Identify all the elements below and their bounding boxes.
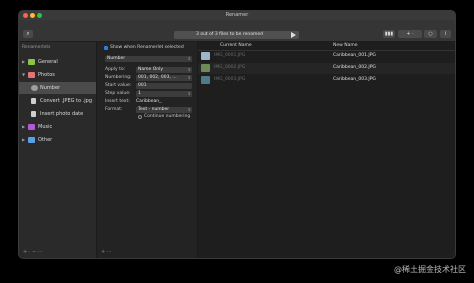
show-when-selected-label: Show when Renamerlet selected (110, 45, 184, 50)
new-name-cell: Caribbean_002.JPG (333, 65, 376, 70)
title-bar: Renamer (19, 11, 455, 20)
sidebar-item-label: Insert photo date (40, 111, 84, 117)
format-label: Format: (105, 107, 123, 112)
sidebar-header: Renamerlets (22, 45, 51, 50)
table-row[interactable]: IMG_0002.JPG Caribbean_002.JPG (198, 63, 455, 74)
show-when-selected-checkbox[interactable] (104, 46, 108, 50)
rename-play-icon[interactable] (291, 32, 296, 38)
stats-button[interactable]: ▮▮▮ (383, 30, 395, 38)
disclosure-closed-icon[interactable]: ▶ (22, 56, 25, 68)
sidebar-item-label: Convert .JPEG to .jpg (40, 98, 92, 104)
photo-thumbnail (201, 52, 210, 60)
disclosure-closed-icon[interactable]: ▶ (22, 134, 25, 146)
select-arrows-icon: ⇕ (187, 107, 191, 112)
window-title: Renamer (225, 12, 249, 18)
numbering-select[interactable]: 001, 002, 003, ... ⇕ (136, 75, 192, 81)
sidebar-item-label: Music (38, 124, 53, 130)
current-name-cell: IMG_0001.JPG (214, 53, 246, 58)
add-files-button[interactable]: + · (398, 30, 422, 38)
sidebar-footer-controls[interactable]: + · − ⋯ (23, 249, 43, 255)
sidebar-item-label: Photos (38, 72, 55, 78)
current-name-header[interactable]: Current Name (220, 43, 252, 48)
status-bar: 3 out of 3 files to be renamed (174, 31, 299, 39)
start-value-label: Start value: (105, 83, 132, 88)
select-arrows-icon: ⇕ (187, 56, 191, 61)
continue-numbering-label: Continue numbering (144, 114, 191, 119)
toolbar: ⌕ 3 out of 3 files to be renamed ▮▮▮ + ·… (19, 20, 455, 42)
sidebar-item-number[interactable]: Number (19, 82, 96, 94)
music-icon (28, 124, 35, 130)
format-select[interactable]: Text - number ⇕ (136, 107, 192, 113)
select-arrows-icon: ⇕ (187, 67, 191, 72)
sidebar-item-photos[interactable]: ▼ Photos (19, 69, 96, 81)
insert-text-input[interactable]: Caribbean_ (136, 99, 161, 105)
numbering-value: 001, 002, 003, ... (138, 75, 177, 80)
preview-button[interactable]: ○ (424, 30, 437, 38)
table-row[interactable]: IMG_0003.JPG Caribbean_003.JPG (198, 75, 455, 86)
apply-to-label: Apply to: (105, 67, 126, 72)
number-icon (31, 85, 38, 91)
format-value: Text - number (138, 107, 170, 112)
sidebar-item-label: General (38, 59, 58, 65)
photo-icon (28, 72, 35, 78)
editor-footer-controls[interactable]: + ··· (101, 249, 112, 255)
sidebar-item-other[interactable]: ▶ Other (19, 134, 96, 146)
document-icon (31, 111, 36, 117)
renamerlet-type-value: Number (107, 56, 126, 61)
new-name-cell: Caribbean_003.JPG (333, 77, 376, 82)
current-name-cell: IMG_0002.JPG (214, 65, 246, 70)
select-arrows-icon: ⇕ (187, 75, 191, 80)
sidebar-item-label: Other (38, 137, 53, 143)
sidebar-toggle-button[interactable]: ⌕ (23, 30, 33, 38)
document-icon (31, 98, 36, 104)
file-list: Current Name New Name IMG_0001.JPG Carib… (198, 42, 455, 258)
status-text: 3 out of 3 files to be renamed (196, 32, 263, 37)
renamerlet-editor: Show when Renamerlet selected Number ⇕ A… (97, 42, 198, 258)
numbering-label: Numbering: (105, 75, 132, 80)
other-icon (28, 137, 35, 143)
cube-icon (28, 59, 35, 65)
watermark-text: @稀土掘金技术社区 (394, 265, 466, 274)
step-value-input[interactable]: 1 ⇕ (136, 91, 192, 97)
renamerlet-type-select[interactable]: Number ⇕ (105, 56, 192, 62)
start-value-input[interactable]: 001 (136, 83, 192, 89)
sidebar: Renamerlets ▶ General ▼ Photos Number Co… (19, 42, 97, 258)
sidebar-item-convert-jpeg[interactable]: Convert .JPEG to .jpg (19, 95, 96, 107)
disclosure-open-icon[interactable]: ▼ (22, 69, 25, 81)
info-button[interactable]: i (440, 30, 451, 38)
sidebar-item-music[interactable]: ▶ Music (19, 121, 96, 133)
apply-to-select[interactable]: Name Only ⇕ (136, 67, 192, 73)
table-row[interactable]: IMG_0001.JPG Caribbean_001.JPG (198, 51, 455, 62)
photo-thumbnail (201, 64, 210, 72)
stepper-icon[interactable]: ⇕ (188, 91, 191, 97)
disclosure-closed-icon[interactable]: ▶ (22, 121, 25, 133)
insert-text-label: Insert text: (105, 99, 130, 104)
sidebar-item-label: Number (40, 85, 61, 91)
sidebar-item-insert-photo-date[interactable]: Insert photo date (19, 108, 96, 120)
step-value-label: Step value: (105, 91, 131, 96)
step-value-text: 1 (138, 91, 141, 96)
apply-to-value: Name Only (138, 67, 164, 72)
sidebar-item-general[interactable]: ▶ General (19, 56, 96, 68)
current-name-cell: IMG_0003.JPG (214, 77, 246, 82)
app-window: Renamer ⌕ 3 out of 3 files to be renamed… (19, 11, 455, 258)
photo-thumbnail (201, 76, 210, 84)
new-name-header[interactable]: New Name (333, 43, 358, 48)
continue-numbering-radio[interactable] (138, 115, 142, 119)
new-name-cell: Caribbean_001.JPG (333, 53, 376, 58)
